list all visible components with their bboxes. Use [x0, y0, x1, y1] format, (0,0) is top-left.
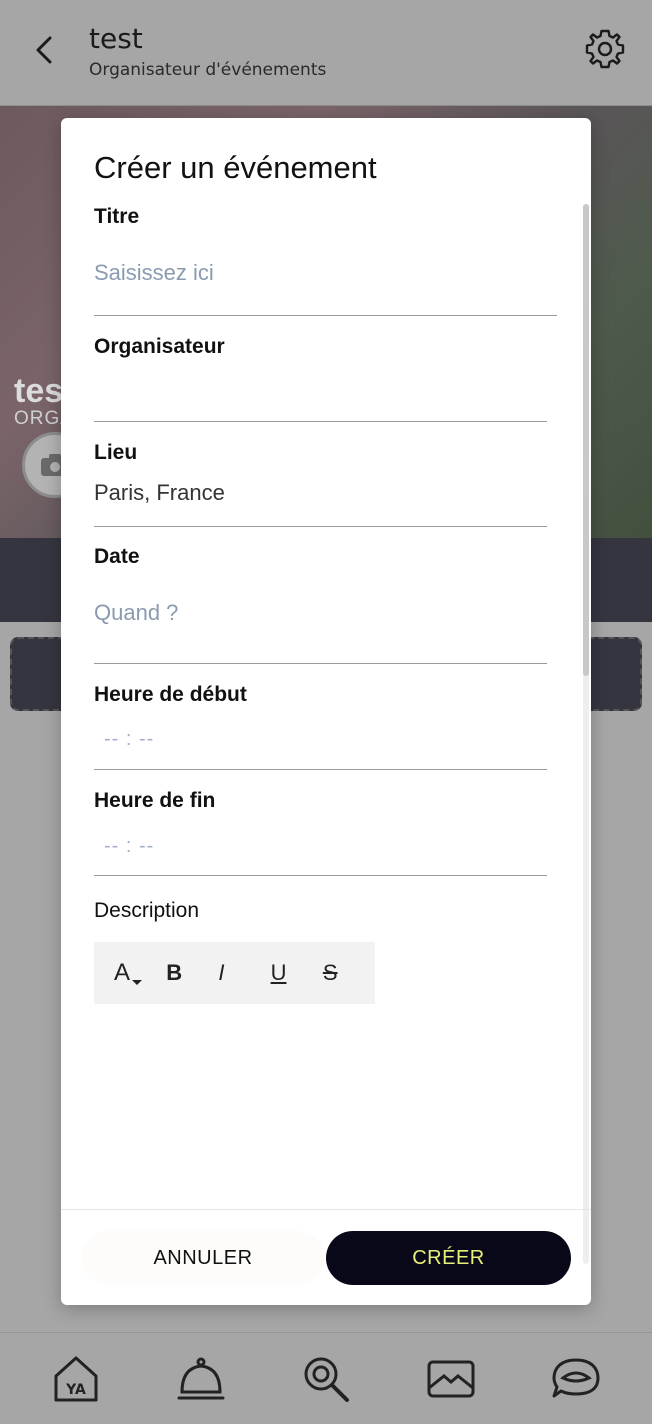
create-button[interactable]: CRÉER [326, 1231, 571, 1285]
title-input[interactable]: Saisissez ici [94, 260, 214, 286]
date-input[interactable]: Quand ? [94, 600, 178, 626]
home-icon: YA [54, 1356, 98, 1401]
service-bell-icon [177, 1357, 225, 1399]
italic-button[interactable]: I [218, 942, 270, 1004]
bold-icon: B [166, 960, 183, 985]
search-icon [304, 1357, 349, 1402]
location-input[interactable]: Paris, France [94, 480, 225, 506]
footer-divider [61, 1209, 591, 1210]
nav-chat[interactable] [546, 1349, 606, 1409]
create-event-dialog: Créer un événement Titre Saisissez ici O… [61, 118, 591, 1305]
settings-button[interactable] [582, 26, 628, 72]
italic-icon: I [218, 960, 225, 985]
description-label: Description [94, 899, 200, 922]
bottom-navigation: YA [0, 1332, 652, 1424]
nav-search[interactable] [296, 1349, 356, 1409]
chat-icon [552, 1358, 600, 1397]
gear-icon [585, 29, 625, 69]
bold-button[interactable]: B [166, 942, 218, 1004]
font-size-button[interactable]: A [114, 942, 166, 1004]
strikethrough-icon: S [322, 960, 338, 985]
dialog-title: Créer un événement [94, 150, 377, 185]
organizer-underline [94, 421, 547, 422]
organizer-input[interactable] [94, 373, 547, 413]
mail-icon [427, 1360, 475, 1397]
title-label: Titre [94, 205, 140, 228]
scrollbar-thumb[interactable] [583, 204, 589, 676]
start-time-input[interactable]: -- : -- [104, 728, 154, 751]
end-time-label: Heure de fin [94, 789, 216, 812]
strikethrough-button[interactable]: S [323, 942, 375, 1004]
end-time-input[interactable]: -- : -- [104, 835, 154, 858]
app-header: test Organisateur d'événements [0, 0, 652, 106]
start-time-underline [94, 769, 547, 770]
start-time-label: Heure de début [94, 683, 247, 706]
underline-button[interactable]: U [271, 942, 323, 1004]
nav-messages[interactable] [421, 1349, 481, 1409]
cancel-button[interactable]: ANNULER [81, 1231, 325, 1285]
end-time-underline [94, 875, 547, 876]
underline-icon: U [270, 960, 287, 985]
nav-services[interactable] [171, 1349, 231, 1409]
cover-name: tes [14, 372, 64, 410]
date-underline [94, 663, 547, 664]
svg-text:YA: YA [66, 1382, 87, 1398]
location-label: Lieu [94, 441, 138, 464]
page-subtitle: Organisateur d'événements [89, 60, 327, 80]
font-icon: A [114, 959, 131, 986]
nav-home[interactable]: YA [46, 1349, 106, 1409]
chevron-left-icon [36, 36, 52, 64]
page-title: test [89, 22, 143, 55]
organizer-label: Organisateur [94, 335, 225, 358]
caret-down-icon [132, 980, 142, 985]
back-button[interactable] [26, 30, 62, 70]
description-editor[interactable] [94, 1004, 557, 1204]
title-underline [94, 315, 557, 316]
location-underline [94, 526, 547, 527]
date-label: Date [94, 545, 140, 568]
rich-text-toolbar: A B I U S [94, 942, 375, 1004]
